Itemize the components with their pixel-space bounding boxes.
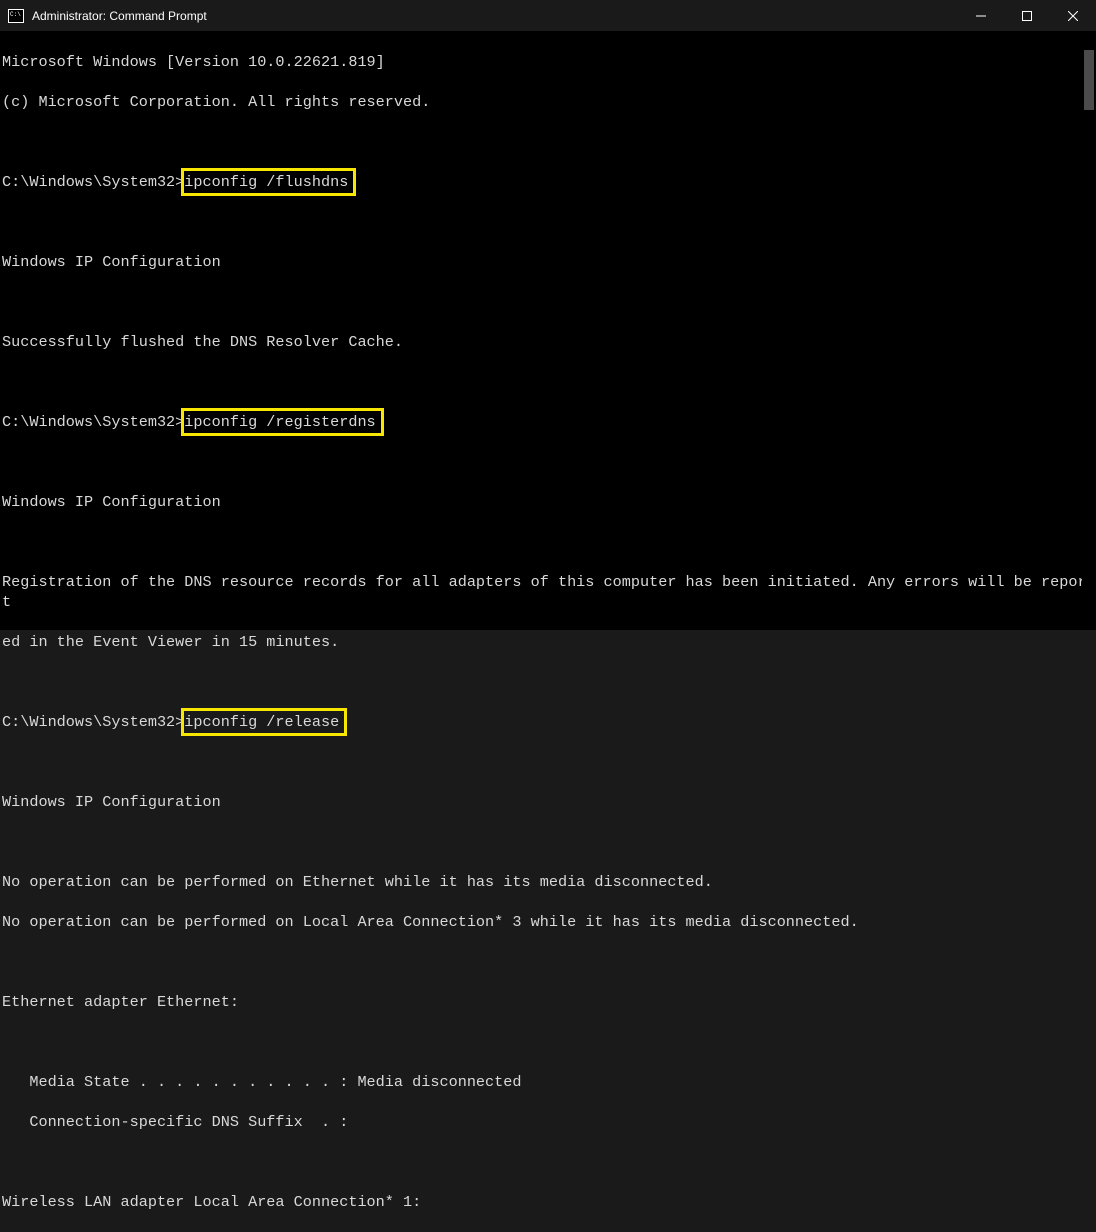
cmd-release: ipconfig /release bbox=[184, 713, 339, 731]
register-msg: Registration of the DNS resource records… bbox=[2, 572, 1094, 612]
scrollbar[interactable] bbox=[1082, 32, 1096, 630]
prompt-line-1: C:\Windows\System32>ipconfig /flushdns bbox=[2, 172, 1094, 192]
terminal-output[interactable]: Microsoft Windows [Version 10.0.22621.81… bbox=[0, 32, 1096, 630]
close-button[interactable] bbox=[1050, 0, 1096, 32]
flush-success: Successfully flushed the DNS Resolver Ca… bbox=[2, 332, 1094, 352]
prompt: C:\Windows\System32> bbox=[2, 713, 184, 731]
copyright-line: (c) Microsoft Corporation. All rights re… bbox=[2, 92, 1094, 112]
cmd-flushdns: ipconfig /flushdns bbox=[184, 173, 348, 191]
version-line: Microsoft Windows [Version 10.0.22621.81… bbox=[2, 52, 1094, 72]
dns-suffix: Connection-specific DNS Suffix . : bbox=[2, 1112, 1094, 1132]
ethernet-adapter-header: Ethernet adapter Ethernet: bbox=[2, 992, 1094, 1012]
ipconfig-header: Windows IP Configuration bbox=[2, 252, 1094, 272]
svg-text:C:\: C:\ bbox=[10, 11, 21, 18]
maximize-button[interactable] bbox=[1004, 0, 1050, 32]
highlight-cmd-3: ipconfig /release bbox=[181, 708, 347, 736]
prompt-line-2: C:\Windows\System32>ipconfig /registerdn… bbox=[2, 412, 1094, 432]
noop-ethernet: No operation can be performed on Etherne… bbox=[2, 872, 1094, 892]
prompt: C:\Windows\System32> bbox=[2, 173, 184, 191]
cmd-registerdns: ipconfig /registerdns bbox=[184, 413, 375, 431]
wlan-adapter-header: Wireless LAN adapter Local Area Connecti… bbox=[2, 1192, 1094, 1212]
minimize-button[interactable] bbox=[958, 0, 1004, 32]
noop-lac3: No operation can be performed on Local A… bbox=[2, 912, 1094, 932]
window-title: Administrator: Command Prompt bbox=[32, 9, 958, 23]
media-state: Media State . . . . . . . . . . . : Medi… bbox=[2, 1072, 1094, 1092]
cmd-icon: C:\ bbox=[8, 8, 24, 24]
prompt-line-3: C:\Windows\System32>ipconfig /release bbox=[2, 712, 1094, 732]
register-msg-cont: ed in the Event Viewer in 15 minutes. bbox=[2, 632, 1094, 652]
titlebar[interactable]: C:\ Administrator: Command Prompt bbox=[0, 0, 1096, 32]
ipconfig-header: Windows IP Configuration bbox=[2, 792, 1094, 812]
window-controls bbox=[958, 0, 1096, 31]
prompt: C:\Windows\System32> bbox=[2, 413, 184, 431]
highlight-cmd-2: ipconfig /registerdns bbox=[181, 408, 383, 436]
scrollbar-thumb[interactable] bbox=[1084, 50, 1094, 110]
ipconfig-header: Windows IP Configuration bbox=[2, 492, 1094, 512]
highlight-cmd-1: ipconfig /flushdns bbox=[181, 168, 356, 196]
